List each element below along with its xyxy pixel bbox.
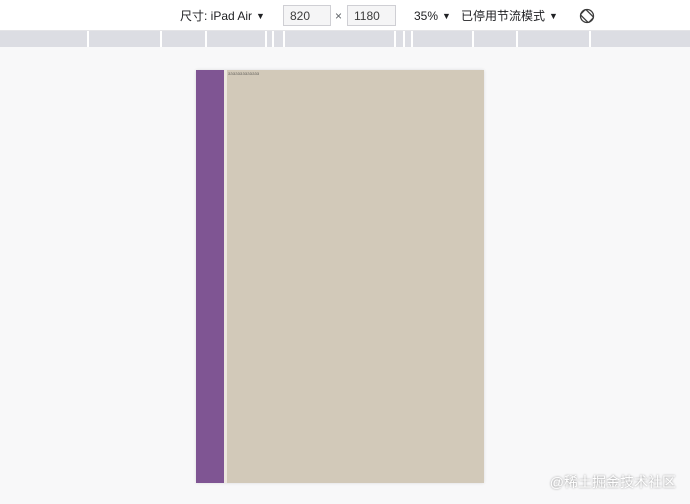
throttling-dropdown[interactable]: 已停用节流模式 ▼ (461, 8, 558, 24)
media-query-marker[interactable] (394, 31, 396, 47)
media-query-bar[interactable] (0, 31, 690, 47)
media-query-marker[interactable] (272, 31, 274, 47)
media-query-marker[interactable] (589, 31, 591, 47)
rotate-icon (579, 8, 595, 24)
media-query-marker[interactable] (283, 31, 285, 47)
media-query-marker[interactable] (411, 31, 413, 47)
media-query-marker[interactable] (403, 31, 405, 47)
media-query-marker[interactable] (87, 31, 89, 47)
chevron-down-icon: ▼ (442, 11, 451, 21)
media-query-marker[interactable] (160, 31, 162, 47)
chevron-down-icon: ▼ (549, 11, 558, 21)
times-symbol: × (335, 9, 343, 23)
page-text: aaaaaaaaaaaaa (228, 71, 260, 76)
media-query-marker[interactable] (516, 31, 518, 47)
device-size-label: 尺寸: iPad Air (180, 9, 253, 23)
media-query-marker[interactable] (472, 31, 474, 47)
device-size-dropdown[interactable]: 尺寸: iPad Air ▼ (180, 8, 265, 24)
chevron-down-icon: ▼ (256, 11, 265, 21)
divider (224, 70, 227, 483)
zoom-dropdown[interactable]: 35% ▼ (414, 8, 451, 24)
zoom-label: 35% (414, 9, 439, 23)
media-query-marker[interactable] (265, 31, 267, 47)
device-toolbar: 尺寸: iPad Air▼ × 35%▼ 已停用节流模式▼ (0, 0, 690, 31)
watermark: @稀土掘金技术社区 (549, 474, 676, 490)
devtools-device-mode: 尺寸: iPad Air▼ × 35%▼ 已停用节流模式▼ (0, 0, 690, 504)
width-input[interactable] (283, 5, 331, 26)
height-input[interactable] (347, 5, 396, 26)
throttling-label: 已停用节流模式 (461, 9, 546, 23)
page-sidebar (196, 70, 224, 483)
media-query-marker[interactable] (205, 31, 207, 47)
rotate-button[interactable] (578, 7, 596, 25)
device-viewport[interactable]: aaaaaaaaaaaaa (196, 70, 484, 483)
